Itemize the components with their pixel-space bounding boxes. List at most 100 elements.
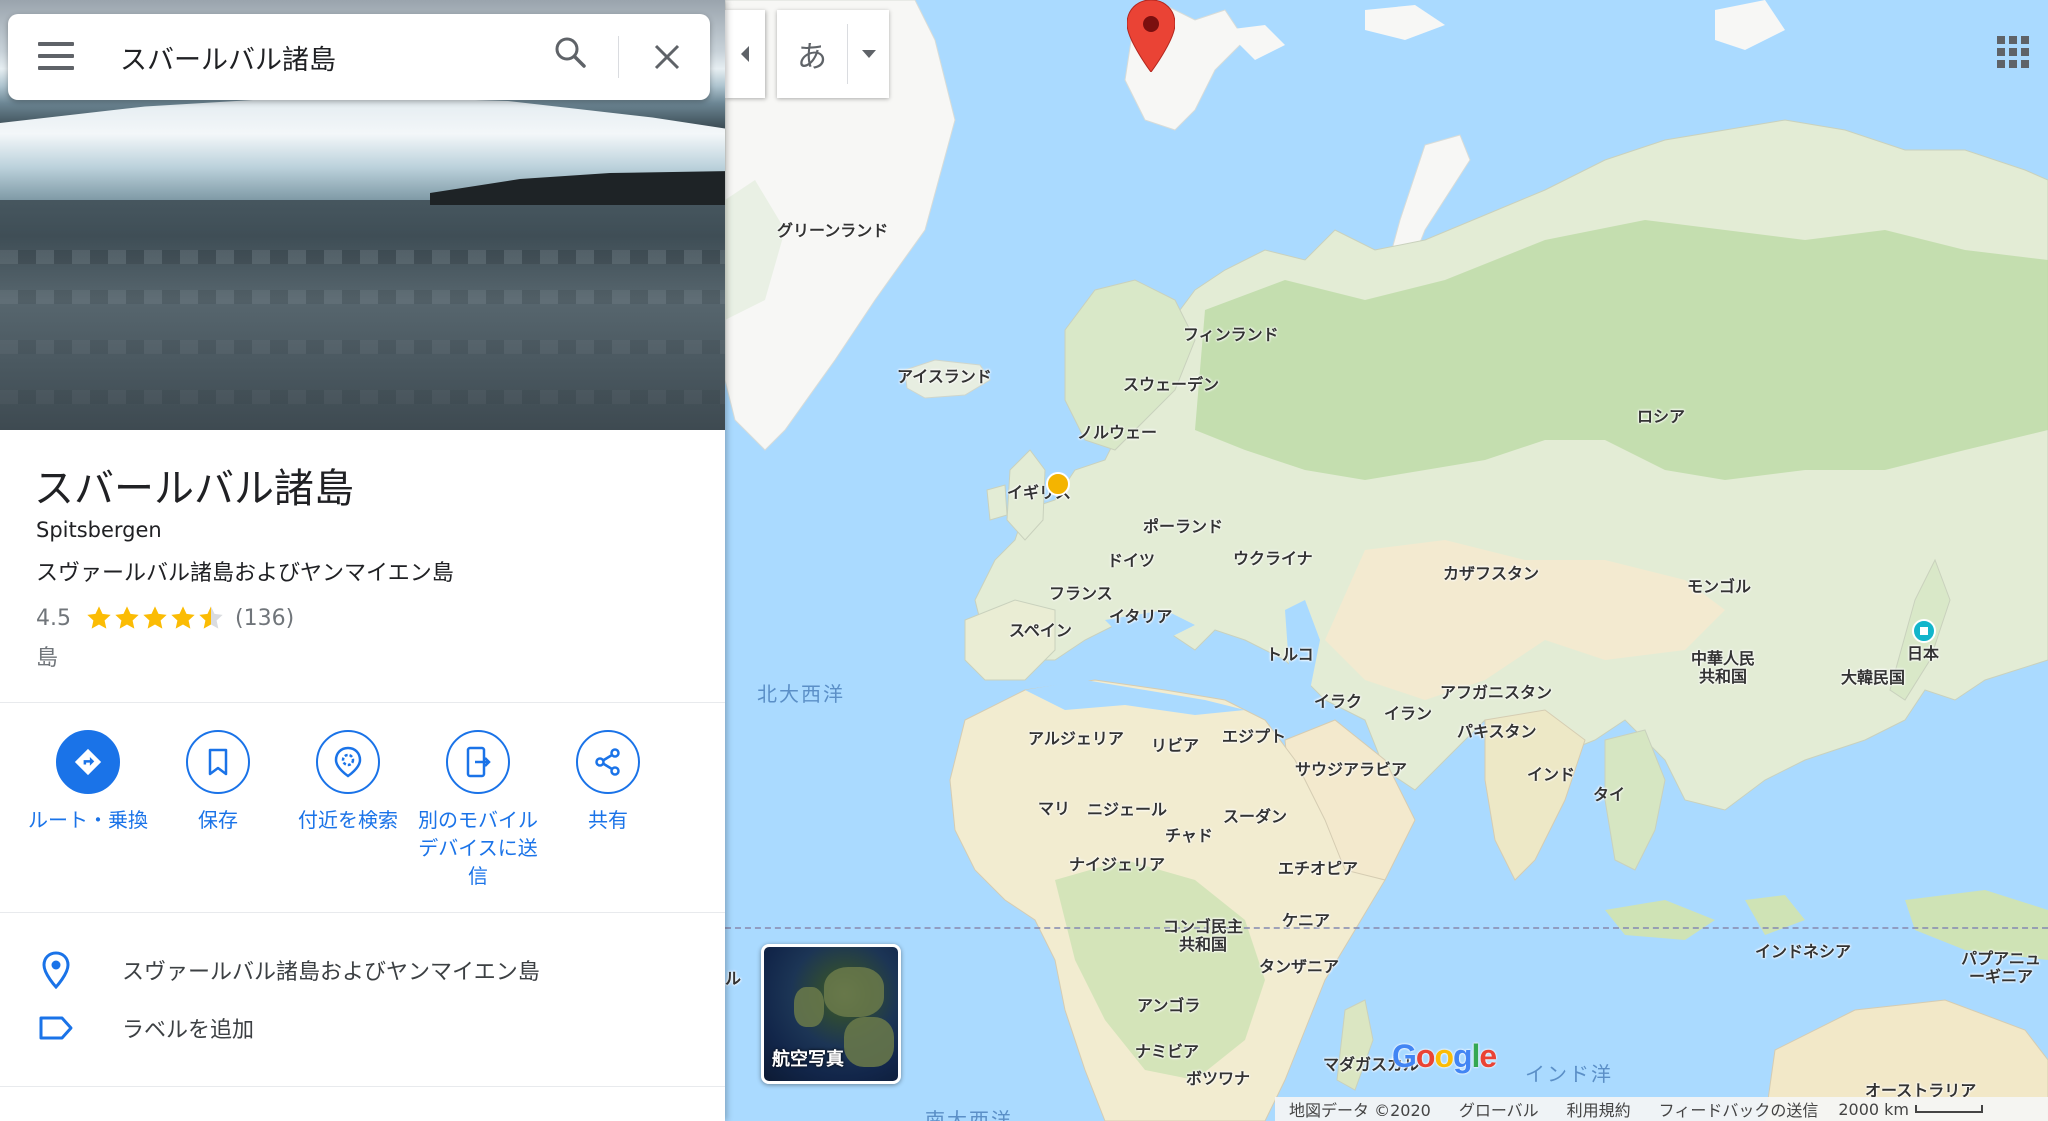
caret-left-icon <box>741 46 749 62</box>
map-footer: 地図データ ©2020 グローバル 利用規約 フィードバックの送信 2000 k… <box>1275 1097 2048 1121</box>
search-input[interactable] <box>120 34 520 80</box>
satellite-layer-toggle[interactable]: 航空写真 <box>761 944 901 1084</box>
caret-down-icon[interactable] <box>848 50 889 58</box>
rating-stars <box>85 604 225 632</box>
hamburger-menu-icon[interactable] <box>38 42 74 72</box>
map-label-botswana[interactable]: ボツワナ <box>1186 1070 1250 1088</box>
map-label-tanzania[interactable]: タンザニア <box>1259 958 1339 976</box>
map-label-norway[interactable]: ノルウェー <box>1077 424 1157 442</box>
map-label-namibia[interactable]: ナミビア <box>1135 1043 1199 1061</box>
equator-line <box>725 927 2048 929</box>
place-subtitle: Spitsbergen <box>36 518 162 542</box>
language-toggle-button[interactable]: あ <box>777 10 889 98</box>
directions-label: ルート・乗換 <box>28 808 148 832</box>
ocean-label-indian: インド洋 <box>1525 1062 1613 1086</box>
bookmark-icon <box>208 748 228 776</box>
share-label: 共有 <box>588 808 628 832</box>
map-label-ethiopia[interactable]: エチオピア <box>1278 860 1358 878</box>
save-button[interactable]: 保存 <box>154 730 282 834</box>
map-label-nigeria[interactable]: ナイジェリア <box>1069 856 1165 874</box>
send-to-phone-button[interactable]: 別のモバイルデバイスに送信 <box>414 730 542 890</box>
location-pin-icon[interactable] <box>1126 0 1176 76</box>
apps-grid-icon[interactable] <box>1997 36 2029 68</box>
map-label-ukraine[interactable]: ウクライナ <box>1233 550 1313 568</box>
map-label-libya[interactable]: リビア <box>1151 737 1199 755</box>
place-category: 島 <box>36 646 59 671</box>
map-label-sweden[interactable]: スウェーデン <box>1123 376 1219 394</box>
add-label-text: ラベルを追加 <box>122 1018 255 1043</box>
share-button[interactable]: 共有 <box>544 730 672 834</box>
map-label-spain[interactable]: スペイン <box>1009 622 1072 640</box>
map-label-niger[interactable]: ニジェール <box>1087 801 1167 819</box>
map-label-mongolia[interactable]: モンゴル <box>1687 578 1751 596</box>
map-label-thailand[interactable]: タイ <box>1593 786 1625 804</box>
map-label-algeria[interactable]: アルジェリア <box>1028 730 1124 748</box>
feedback-link[interactable]: フィードバックの送信 <box>1645 1097 1833 1121</box>
map-label-france[interactable]: フランス <box>1049 585 1113 603</box>
google-logo: Google <box>1392 1038 1497 1074</box>
map-label-partial-left: ル <box>725 969 742 988</box>
map-label-greenland[interactable]: グリーンランド <box>777 222 888 240</box>
map-label-kazakhstan[interactable]: カザフスタン <box>1443 565 1539 583</box>
map-label-angola[interactable]: アンゴラ <box>1137 997 1200 1015</box>
review-count[interactable]: (136) <box>235 606 294 631</box>
photo-ripple <box>0 340 725 354</box>
map-label-sudan[interactable]: スーダン <box>1223 808 1287 826</box>
ocean-label-north-atlantic: 北大西洋 <box>757 682 845 706</box>
map-label-pakistan[interactable]: パキスタン <box>1457 723 1537 741</box>
landmark-marker-icon[interactable] <box>1045 471 1071 497</box>
map-label-korea[interactable]: 大韓民国 <box>1841 669 1905 687</box>
nearby-label: 付近を検索 <box>298 808 398 832</box>
rating-value: 4.5 <box>36 605 71 631</box>
directions-button[interactable]: ルート・乗換 <box>24 730 152 834</box>
map-label-congo[interactable]: コンゴ民主共和国 <box>1163 918 1243 953</box>
map-label-poland[interactable]: ポーランド <box>1143 518 1223 536</box>
map-label-germany[interactable]: ドイツ <box>1107 552 1155 570</box>
star-icon <box>171 606 195 629</box>
nearby-button[interactable]: 付近を検索 <box>284 730 412 834</box>
collapse-panel-button[interactable] <box>725 10 765 98</box>
half-star-icon <box>199 606 223 629</box>
map-label-iran[interactable]: イラン <box>1384 705 1432 723</box>
map-label-afghanistan[interactable]: アフガニスタン <box>1440 684 1552 702</box>
map-label-iceland[interactable]: アイスランド <box>897 368 992 386</box>
map-label-egypt[interactable]: エジプト <box>1222 728 1286 746</box>
star-icon <box>143 606 167 629</box>
scale-bar[interactable]: 2000 km <box>1832 1099 1984 1119</box>
search-box <box>8 14 710 100</box>
scale-bar-line <box>1915 1105 1984 1113</box>
send-to-phone-icon <box>466 746 491 778</box>
label-icon <box>39 1016 73 1040</box>
directions-icon <box>74 748 102 776</box>
japan-marker-icon[interactable] <box>1911 618 1937 648</box>
terms-link[interactable]: 利用規約 <box>1553 1097 1645 1121</box>
close-icon[interactable] <box>648 38 686 80</box>
map-label-turkey[interactable]: トルコ <box>1266 646 1314 664</box>
map-label-mali[interactable]: マリ <box>1038 800 1070 818</box>
info-row-add-label[interactable]: ラベルを追加 <box>0 1000 725 1056</box>
map-label-india[interactable]: インド <box>1527 766 1575 784</box>
map-label-indonesia[interactable]: インドネシア <box>1755 943 1851 961</box>
map-label-kenya[interactable]: ケニア <box>1282 912 1330 930</box>
map-label-china[interactable]: 中華人民共和国 <box>1687 650 1759 685</box>
photo-ripple <box>0 250 725 264</box>
map-label-chad[interactable]: チャド <box>1165 827 1213 845</box>
satellite-label: 航空写真 <box>772 1049 844 1070</box>
star-icon <box>115 606 139 629</box>
map-label-finland[interactable]: フィンランド <box>1183 326 1279 344</box>
info-row-region[interactable]: スヴァールバル諸島およびヤンマイエン島 <box>0 942 725 998</box>
divider <box>0 912 725 913</box>
map-canvas[interactable]: グリーンランド アイスランド フィンランド スウェーデン ノルウェー ロシア イ… <box>725 0 2048 1121</box>
send-to-phone-label: 別のモバイルデバイスに送信 <box>418 808 538 888</box>
map-label-russia[interactable]: ロシア <box>1637 408 1685 426</box>
ocean-label-south-atlantic: 南大西洋 <box>925 1108 1013 1121</box>
map-label-iraq[interactable]: イラク <box>1314 693 1362 711</box>
map-label-italy[interactable]: イタリア <box>1109 608 1172 626</box>
global-link[interactable]: グローバル <box>1445 1097 1553 1121</box>
search-divider <box>618 36 619 78</box>
save-label: 保存 <box>198 808 238 832</box>
map-label-png[interactable]: パプアニューギニア <box>1955 950 2047 985</box>
map-label-saudi[interactable]: サウジアラビア <box>1295 761 1407 779</box>
scale-label: 2000 km <box>1838 1099 1910 1119</box>
search-icon[interactable] <box>553 35 587 73</box>
